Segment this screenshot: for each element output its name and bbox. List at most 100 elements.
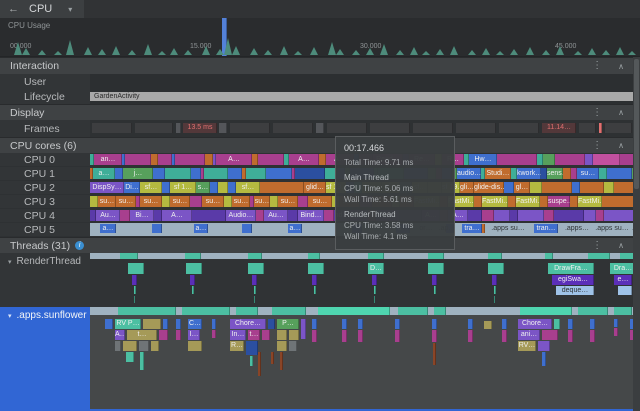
trace-event[interactable]: [428, 263, 444, 274]
trace-event[interactable]: [153, 168, 165, 179]
trace-event[interactable]: [289, 341, 297, 351]
trace-event[interactable]: Chore…: [518, 319, 552, 329]
info-icon[interactable]: i: [75, 241, 84, 250]
trace-event[interactable]: [154, 210, 162, 221]
trace-event[interactable]: [554, 319, 560, 329]
frame-chip[interactable]: [579, 123, 596, 133]
trace-event[interactable]: .apps su…: [486, 224, 530, 233]
trace-event[interactable]: I…: [188, 330, 200, 340]
trace-event[interactable]: su…: [170, 196, 190, 207]
trace-event[interactable]: [123, 341, 137, 351]
trace-event[interactable]: Bi…: [130, 210, 154, 221]
trace-event[interactable]: R…: [230, 341, 244, 351]
trace-event[interactable]: [212, 319, 216, 329]
trace-event[interactable]: [488, 253, 502, 259]
trace-event[interactable]: [289, 330, 299, 340]
trace-event[interactable]: su…: [232, 196, 250, 207]
trace-event[interactable]: [545, 253, 553, 259]
trace-event[interactable]: [358, 319, 363, 329]
trace-event[interactable]: [432, 319, 437, 329]
trace-event[interactable]: [318, 307, 390, 315]
cpu-usage-minimap[interactable]: CPU Usage 00.00015.00030.00045.000: [0, 18, 640, 57]
back-arrow-icon[interactable]: ←: [8, 3, 19, 15]
trace-event[interactable]: [497, 154, 537, 165]
trace-event[interactable]: [262, 330, 270, 340]
trace-event[interactable]: In…: [230, 330, 246, 340]
trace-event[interactable]: [520, 307, 572, 315]
thread-label-renderthread[interactable]: ▾ RenderThread: [0, 253, 90, 307]
trace-event[interactable]: su…: [140, 196, 162, 207]
janky-frame-chip[interactable]: 11.14…: [542, 123, 576, 133]
trace-event[interactable]: [604, 182, 614, 193]
trace-event[interactable]: [246, 168, 266, 179]
scrollbar-thumb[interactable]: [634, 59, 639, 189]
trace-event[interactable]: [250, 356, 253, 366]
trace-event[interactable]: [432, 275, 437, 285]
kebab-menu-icon[interactable]: ⋮: [592, 241, 602, 251]
trace-event[interactable]: [268, 319, 275, 329]
trace-event[interactable]: [190, 196, 202, 207]
trace-event[interactable]: egiSwa…: [552, 275, 594, 285]
trace-event[interactable]: [372, 275, 377, 285]
trace-event[interactable]: e…: [614, 275, 632, 285]
trace-event[interactable]: [434, 307, 446, 315]
trace-event[interactable]: [134, 296, 135, 303]
collapse-icon[interactable]: ∧: [618, 141, 624, 150]
trace-event[interactable]: [254, 296, 255, 303]
trace-event[interactable]: Chore…: [230, 319, 266, 329]
trace-event[interactable]: [151, 341, 159, 351]
frame-chip[interactable]: [605, 123, 632, 133]
vertical-scrollbar[interactable]: [633, 57, 640, 411]
trace-event[interactable]: [543, 154, 555, 165]
trace-event[interactable]: [599, 168, 607, 179]
trace-event[interactable]: gl…: [514, 182, 530, 193]
trace-event[interactable]: [301, 319, 306, 339]
trace-event[interactable]: glide-dis…: [474, 182, 504, 193]
trace-event[interactable]: Studi…: [485, 168, 511, 179]
trace-event[interactable]: [508, 196, 516, 207]
trace-event[interactable]: [254, 286, 256, 294]
trace-event[interactable]: su…: [202, 196, 224, 207]
trace-event[interactable]: [120, 210, 130, 221]
trace-event[interactable]: [395, 330, 400, 342]
trace-event[interactable]: [176, 319, 181, 329]
frame-chip[interactable]: [230, 123, 270, 133]
trace-event[interactable]: [128, 263, 144, 274]
frame-chip[interactable]: [135, 123, 173, 133]
lifecycle-bar[interactable]: GardenActivity: [90, 92, 640, 101]
trace-event[interactable]: [538, 341, 550, 351]
trace-event[interactable]: [151, 154, 158, 165]
trace-event[interactable]: [492, 275, 497, 285]
trace-event[interactable]: [590, 319, 595, 329]
trace-event[interactable]: Au…: [96, 210, 120, 221]
trace-event[interactable]: .apps…: [562, 224, 592, 233]
trace-event[interactable]: [210, 182, 218, 193]
trace-event[interactable]: kwork…: [517, 168, 541, 179]
chevron-down-icon[interactable]: ▾: [68, 5, 72, 14]
frame-chip[interactable]: [499, 123, 539, 133]
trace-event[interactable]: [190, 275, 195, 285]
trace-event[interactable]: [280, 352, 283, 370]
trace-event[interactable]: [163, 319, 168, 329]
trace-event[interactable]: j…: [123, 168, 153, 179]
trace-event[interactable]: [494, 286, 496, 294]
section-header-threads[interactable]: Threads (31) i ⋮ ∧: [0, 237, 640, 253]
trace-event[interactable]: [298, 196, 308, 207]
trace-event[interactable]: [176, 330, 181, 340]
trace-event[interactable]: [555, 154, 585, 165]
trace-event[interactable]: [90, 196, 98, 207]
trace-event[interactable]: [568, 330, 573, 342]
trace-event[interactable]: [398, 307, 428, 315]
trace-event[interactable]: [368, 253, 384, 259]
trace-event[interactable]: [607, 168, 632, 179]
trace-event[interactable]: [252, 275, 257, 285]
frames-track[interactable]: 13.5 ms11.14…: [90, 120, 640, 137]
trace-event[interactable]: [312, 275, 317, 285]
trace-event[interactable]: audio…: [457, 168, 481, 179]
trace-event[interactable]: [120, 253, 138, 259]
trace-event[interactable]: Hw…: [469, 154, 497, 165]
user-track[interactable]: [90, 74, 640, 90]
trace-event[interactable]: s…: [196, 182, 210, 193]
trace-event[interactable]: [272, 307, 306, 315]
trace-event[interactable]: [159, 330, 168, 340]
